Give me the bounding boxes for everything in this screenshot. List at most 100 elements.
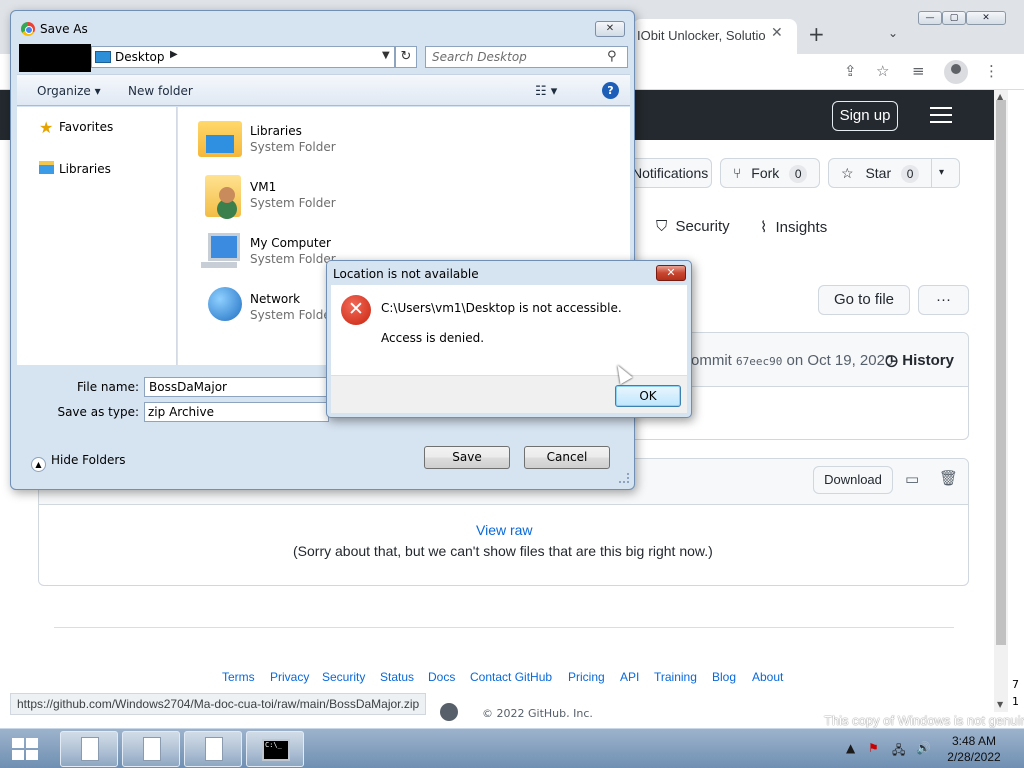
share-icon[interactable]: ⇪ bbox=[844, 62, 857, 80]
new-folder-button[interactable]: New folder bbox=[128, 84, 193, 98]
file-name-libraries[interactable]: Libraries bbox=[250, 124, 302, 138]
commit-date: on Oct 19, 2020 bbox=[786, 352, 894, 369]
sign-up-button[interactable]: Sign up bbox=[832, 101, 898, 131]
computer-icon[interactable] bbox=[201, 233, 240, 268]
nav-item-favorites[interactable]: Favorites bbox=[59, 120, 113, 134]
new-tab-button[interactable]: + bbox=[808, 24, 825, 44]
windows-start-icon[interactable] bbox=[12, 738, 38, 760]
view-options-icon[interactable]: ☷ ▾ bbox=[535, 84, 557, 99]
save-as-dialog: Save As ✕ Desktop ▶ ▼ ↻ Search Desktop ⚲… bbox=[10, 10, 635, 490]
maximize-button[interactable]: ▢ bbox=[942, 11, 966, 25]
footer-link-status[interactable]: Status bbox=[380, 670, 414, 684]
file-name-vm1[interactable]: VM1 bbox=[250, 180, 276, 194]
more-options-button[interactable]: ··· bbox=[918, 285, 969, 315]
footer-link-docs[interactable]: Docs bbox=[428, 670, 455, 684]
system-clock[interactable]: 3:48 AM 2/28/2022 bbox=[942, 733, 1006, 765]
trash-icon[interactable]: 🗑 bbox=[939, 469, 958, 487]
address-bar[interactable]: Desktop ▶ ▼ bbox=[91, 46, 395, 68]
search-input[interactable]: Search Desktop bbox=[425, 46, 628, 68]
save-as-type-select[interactable]: zip Archive bbox=[144, 402, 329, 422]
network-globe-icon[interactable] bbox=[208, 287, 242, 321]
save-button[interactable]: Save bbox=[424, 446, 510, 469]
nav-buttons-redacted[interactable] bbox=[19, 44, 91, 72]
help-icon[interactable]: ? bbox=[602, 82, 619, 99]
file-name-my-computer[interactable]: My Computer bbox=[250, 236, 331, 250]
file-name-label: File name: bbox=[77, 380, 139, 394]
ok-button[interactable]: OK bbox=[615, 385, 681, 407]
address-location[interactable]: Desktop bbox=[115, 50, 165, 64]
refresh-button[interactable]: ↻ bbox=[395, 46, 417, 68]
resize-grip[interactable] bbox=[619, 473, 629, 483]
history-link[interactable]: ◷ History bbox=[885, 351, 954, 369]
organize-button[interactable]: Organize ▾ bbox=[37, 84, 101, 98]
taskbar-item-cmd[interactable]: C:\_ bbox=[246, 731, 304, 767]
file-too-big-message: (Sorry about that, but we can't show fil… bbox=[293, 543, 713, 559]
footer-link-pricing[interactable]: Pricing bbox=[568, 670, 605, 684]
favorites-star-icon: ★ bbox=[39, 118, 54, 137]
star-button[interactable]: ☆ Star 0 ▾ bbox=[828, 158, 960, 188]
search-icon[interactable]: ⚲ bbox=[607, 49, 617, 64]
fork-button[interactable]: ⑂ Fork 0 bbox=[720, 158, 820, 188]
tab-security-label: Security bbox=[675, 218, 730, 235]
scroll-down-icon[interactable]: ▼ bbox=[997, 700, 1003, 709]
hamburger-menu-icon[interactable] bbox=[930, 107, 952, 123]
footer-link-terms[interactable]: Terms bbox=[222, 670, 255, 684]
page-scrollbar[interactable] bbox=[994, 90, 1008, 712]
fork-count: 0 bbox=[789, 165, 808, 183]
github-logo-icon[interactable] bbox=[440, 703, 458, 721]
file-name-input[interactable]: BossDaMajor bbox=[144, 377, 329, 397]
desktop-icon[interactable]: ▭ bbox=[905, 470, 919, 488]
footer-link-training[interactable]: Training bbox=[654, 670, 697, 684]
chevron-down-icon[interactable]: ⌄ bbox=[888, 26, 898, 40]
error-detail: Access is denied. bbox=[381, 331, 485, 345]
chevron-right-icon[interactable]: ▶ bbox=[170, 49, 178, 60]
error-close-button[interactable]: ✕ bbox=[656, 265, 686, 281]
copyright: © 2022 GitHub, Inc. bbox=[482, 707, 593, 717]
commit-prefix: ommit bbox=[691, 352, 732, 369]
cancel-button[interactable]: Cancel bbox=[524, 446, 610, 469]
error-message: C:\Users\vm1\Desktop is not accessible. bbox=[381, 301, 622, 315]
scrollbar-thumb[interactable] bbox=[996, 100, 1006, 645]
footer-link-api[interactable]: API bbox=[620, 670, 639, 684]
view-raw-link[interactable]: View raw bbox=[476, 522, 533, 538]
profile-icon[interactable] bbox=[944, 60, 968, 84]
nav-item-libraries[interactable]: Libraries bbox=[59, 162, 111, 176]
reading-list-icon[interactable]: ≡ bbox=[912, 62, 925, 80]
footer-link-about[interactable]: About bbox=[752, 670, 783, 684]
taskbar-item-document-3[interactable] bbox=[184, 731, 242, 767]
close-icon[interactable]: ✕ bbox=[771, 25, 783, 41]
desktop-folder-icon bbox=[95, 51, 111, 63]
commit-info: ommit 67eec90 on Oct 19, 2020 bbox=[691, 352, 893, 369]
footer-link-blog[interactable]: Blog bbox=[712, 670, 736, 684]
chevron-down-icon[interactable]: ▼ bbox=[382, 50, 390, 61]
user-folder-icon[interactable] bbox=[205, 175, 241, 217]
tab-insights-label: Insights bbox=[775, 219, 828, 236]
file-name-network[interactable]: Network bbox=[250, 292, 300, 306]
libraries-folder-icon[interactable] bbox=[198, 121, 242, 157]
minimize-button[interactable]: — bbox=[918, 11, 942, 25]
window-close-button[interactable]: ✕ bbox=[966, 11, 1006, 25]
caret-down-icon[interactable]: ▾ bbox=[939, 159, 944, 187]
volume-icon[interactable]: 🔊 bbox=[916, 741, 931, 755]
hide-folders-button[interactable]: ▲ Hide Folders bbox=[31, 453, 126, 472]
download-button[interactable]: Download bbox=[813, 466, 893, 494]
navigation-pane: ★ Favorites Libraries bbox=[17, 107, 177, 365]
action-center-icon[interactable]: ⚑ bbox=[868, 741, 879, 755]
scroll-up-icon[interactable]: ▲ bbox=[997, 92, 1003, 101]
menu-icon[interactable]: ⋮ bbox=[984, 62, 999, 80]
go-to-file-button[interactable]: Go to file bbox=[818, 285, 910, 315]
tray-expand-icon[interactable]: ▲ bbox=[846, 741, 855, 755]
tab-security[interactable]: ⛉ Security bbox=[656, 218, 730, 235]
commit-hash[interactable]: 67eec90 bbox=[736, 355, 782, 368]
tab-insights[interactable]: ⌇ Insights bbox=[760, 218, 827, 236]
footer-link-privacy[interactable]: Privacy bbox=[270, 670, 309, 684]
tab-github[interactable]: IObit Unlocker, Solution ✕ bbox=[633, 19, 797, 54]
close-button[interactable]: ✕ bbox=[595, 21, 625, 37]
network-icon[interactable]: 🖧 bbox=[892, 741, 905, 762]
taskbar-item-document-1[interactable] bbox=[60, 731, 118, 767]
star-icon[interactable]: ☆ bbox=[876, 62, 889, 80]
footer-link-contact[interactable]: Contact GitHub bbox=[470, 670, 552, 684]
taskbar-item-document-2[interactable] bbox=[122, 731, 180, 767]
command-bar: Organize ▾ New folder ☷ ▾ ? bbox=[17, 74, 630, 106]
footer-link-security[interactable]: Security bbox=[322, 670, 365, 684]
